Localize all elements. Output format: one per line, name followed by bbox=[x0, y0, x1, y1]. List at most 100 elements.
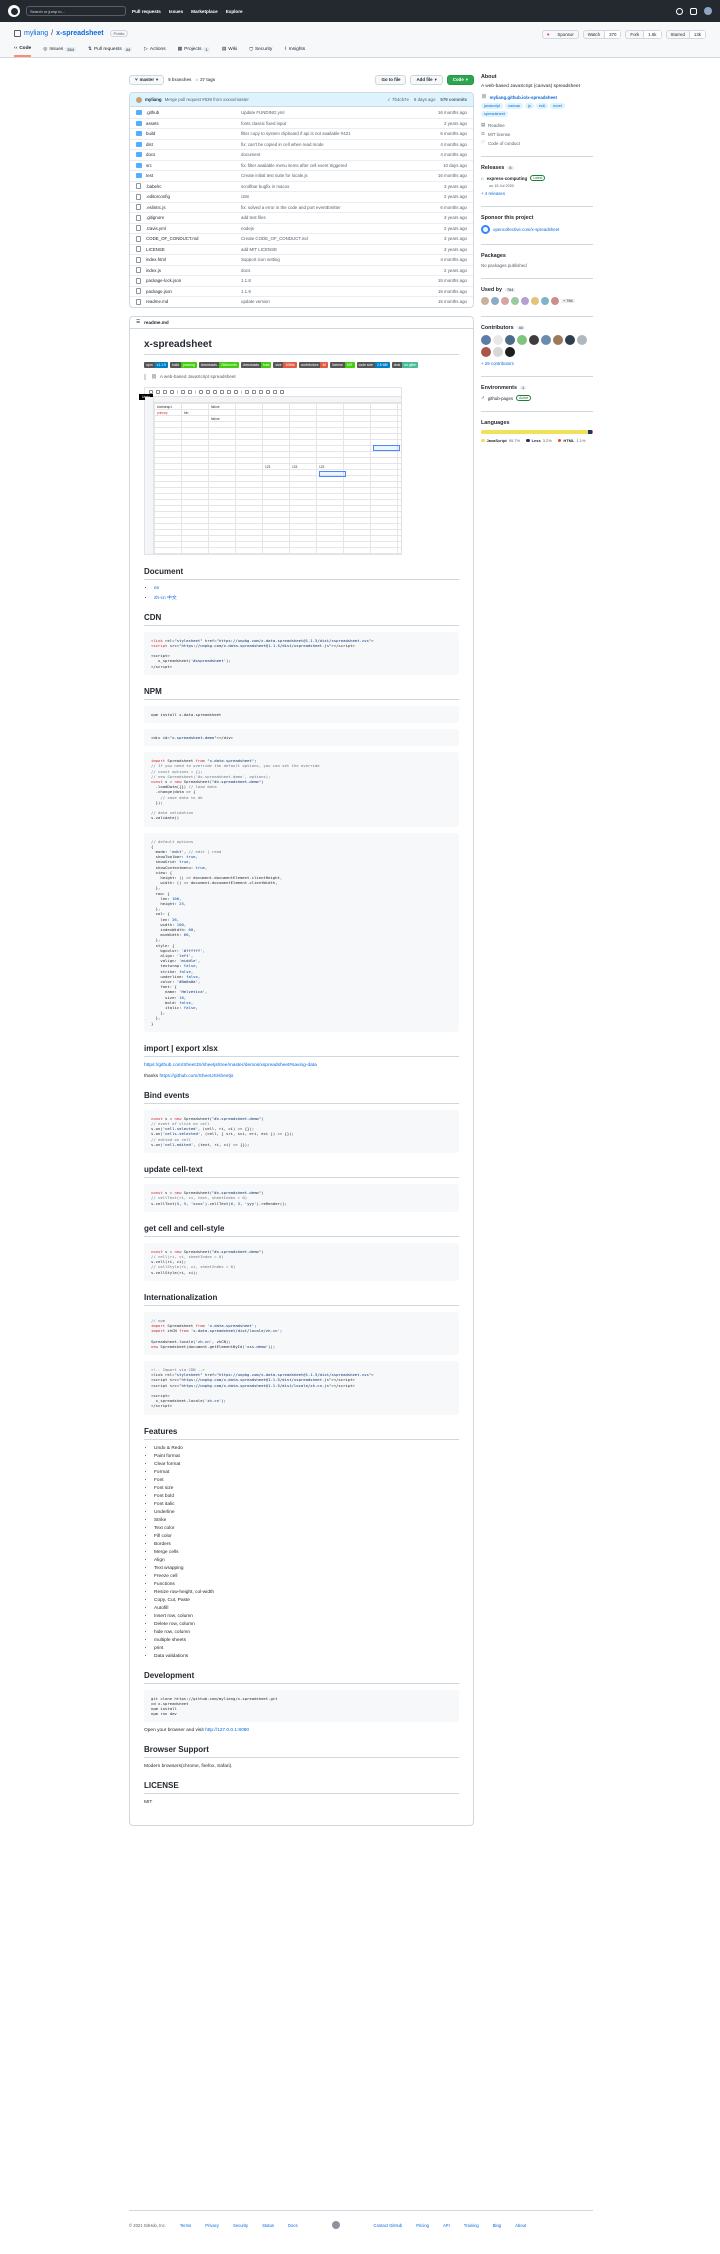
file-row[interactable]: .babelrc scrollbar bugfix in macos 3 years… bbox=[130, 180, 473, 192]
file-name[interactable]: readme.md bbox=[146, 299, 241, 304]
used-by-heading[interactable]: Used by 764 bbox=[481, 287, 593, 293]
file-row[interactable]: index.js docs 2 years ago bbox=[130, 264, 473, 276]
file-name[interactable]: build bbox=[146, 131, 241, 136]
file-row[interactable]: readme.md update version 15 months ago bbox=[130, 296, 473, 307]
file-row[interactable]: index.html Support icon setting 4 months a… bbox=[130, 254, 473, 265]
avatar[interactable] bbox=[551, 297, 559, 305]
readme-filename[interactable]: readme.md bbox=[144, 320, 169, 325]
file-commit-message[interactable]: filter copy to system clipboard if api i… bbox=[241, 131, 412, 136]
file-commit-message[interactable]: Create initial test suite for locale.js bbox=[241, 173, 412, 178]
file-commit-message[interactable]: i18n bbox=[241, 194, 412, 199]
commits-count-link[interactable]: 579 commits bbox=[440, 97, 467, 103]
file-name[interactable]: LICENSE bbox=[146, 247, 241, 252]
list-item[interactable]: en bbox=[154, 586, 459, 591]
nav-issues[interactable]: Issues bbox=[169, 9, 183, 14]
branch-select[interactable]: ⑂ master ▾ bbox=[129, 74, 165, 85]
readme-link[interactable]: ▤ Readme bbox=[481, 122, 593, 128]
contributors-heading[interactable]: Contributors 40 bbox=[481, 325, 593, 331]
file-name[interactable]: CODE_OF_CONDUCT.md bbox=[146, 236, 241, 241]
file-row[interactable]: package-lock.json 1.1.8 15 months ago bbox=[130, 275, 473, 286]
dev-url-link[interactable]: http://127.0.0.1:8080 bbox=[205, 1728, 249, 1733]
homepage-link[interactable]: ⛓ myliang.github.io/x-spreadsheet bbox=[481, 94, 593, 100]
avatar[interactable] bbox=[493, 335, 503, 345]
code-button[interactable]: Code ▾ bbox=[446, 74, 474, 85]
topic-tag[interactable]: javascript bbox=[481, 103, 504, 109]
file-commit-message[interactable]: fix: solved a error in the code and port… bbox=[241, 205, 412, 210]
avatar[interactable] bbox=[493, 347, 503, 357]
file-commit-message[interactable]: document bbox=[241, 152, 412, 157]
footer-link[interactable]: Terms bbox=[180, 2223, 191, 2228]
avatar[interactable] bbox=[511, 297, 519, 305]
topic-tag[interactable]: spreadsheet bbox=[481, 111, 508, 117]
readme-badge[interactable]: downloads 28k/month bbox=[198, 361, 239, 368]
avatar[interactable] bbox=[704, 7, 712, 15]
file-commit-message[interactable]: fix: filter available menu items after c… bbox=[241, 163, 412, 168]
tags-link[interactable]: ⌂ 27 tags bbox=[195, 77, 215, 82]
environments-heading[interactable]: Environments 1 bbox=[481, 385, 593, 391]
footer-link[interactable]: API bbox=[443, 2223, 450, 2228]
avatar[interactable] bbox=[517, 335, 527, 345]
file-commit-message[interactable]: Create CODE_OF_CONDUCT.md bbox=[241, 236, 412, 241]
tab-code[interactable]: ‹› Code bbox=[14, 46, 32, 57]
environment-item[interactable]: ➚ github-pages Active bbox=[481, 395, 593, 401]
sponsor-button[interactable]: ♥ Sponsor bbox=[541, 30, 579, 39]
topic-tag[interactable]: es6 bbox=[535, 103, 548, 109]
footer-link[interactable]: Contact GitHub bbox=[374, 2223, 403, 2228]
commit-message[interactable]: Merge pull request #539 from xxxxx/maste… bbox=[165, 97, 249, 102]
more-contributors-link[interactable]: + 29 contributors bbox=[481, 361, 593, 366]
footer-link[interactable]: Docs bbox=[288, 2223, 298, 2228]
file-row[interactable]: src fix: filter available menu items afte… bbox=[130, 159, 473, 171]
file-row[interactable]: assets fonts classic fixed input 2 years a… bbox=[130, 117, 473, 129]
code-of-conduct-link[interactable]: ♡ Code of conduct bbox=[481, 140, 593, 146]
file-commit-message[interactable]: docs bbox=[241, 268, 412, 273]
avatar[interactable] bbox=[481, 347, 491, 357]
repo-owner-link[interactable]: myliang bbox=[24, 30, 48, 37]
commit-author[interactable]: myliang bbox=[145, 97, 162, 102]
avatar[interactable] bbox=[491, 297, 499, 305]
readme-badge[interactable]: npm v1.1.9 bbox=[144, 361, 168, 368]
file-name[interactable]: dist bbox=[146, 142, 241, 147]
file-commit-message[interactable]: add test files bbox=[241, 215, 412, 220]
readme-badge[interactable]: size 106kb bbox=[273, 361, 297, 368]
file-row[interactable]: .travis.yml nodejs 2 years ago bbox=[130, 222, 473, 234]
file-commit-message[interactable]: 1.1.9 bbox=[241, 289, 412, 294]
list-item[interactable]: zh-cn 中文 bbox=[154, 594, 459, 601]
file-name[interactable]: .github bbox=[146, 110, 241, 115]
tab-projects[interactable]: ▦ Projects 1 bbox=[178, 46, 210, 57]
file-name[interactable]: package.json bbox=[146, 289, 241, 294]
file-name[interactable]: .eslintrc.js bbox=[146, 205, 241, 210]
used-by-more[interactable]: + 756 bbox=[561, 299, 575, 303]
file-name[interactable]: package-lock.json bbox=[146, 278, 241, 283]
list-icon[interactable]: ☰ bbox=[136, 319, 140, 325]
tab-insights[interactable]: ⌇ Insights bbox=[284, 46, 305, 57]
readme-badge[interactable]: downloads total bbox=[240, 361, 272, 368]
github-logo-icon[interactable] bbox=[8, 5, 20, 17]
file-name[interactable]: .babelrc bbox=[146, 184, 241, 189]
tab-issues[interactable]: ◎ Issues 354 bbox=[43, 46, 76, 57]
import-link[interactable]: https://github.com/SheetJS/sheetjs/tree/… bbox=[144, 1063, 459, 1068]
add-file-button[interactable]: Add file ▾ bbox=[410, 74, 443, 85]
file-commit-message[interactable]: Support icon setting bbox=[241, 257, 412, 262]
repo-name-link[interactable]: x-spreadsheet bbox=[56, 30, 103, 37]
file-row[interactable]: .eslintrc.js fix: solved a error in the c… bbox=[130, 201, 473, 213]
file-row[interactable]: build filter copy to system clipboard if … bbox=[130, 128, 473, 139]
file-row[interactable]: .editorconfig i18n 2 years ago bbox=[130, 191, 473, 202]
file-row[interactable]: .gitignore add test files 3 years ago bbox=[130, 212, 473, 223]
avatar[interactable] bbox=[565, 335, 575, 345]
avatar[interactable] bbox=[541, 297, 549, 305]
nav-explore[interactable]: Explore bbox=[226, 9, 243, 14]
footer-link[interactable]: Status bbox=[262, 2223, 274, 2228]
tab-wiki[interactable]: ▤ Wiki bbox=[222, 46, 238, 57]
footer-link[interactable]: Training bbox=[464, 2223, 479, 2228]
star-button[interactable]: Starred 13k bbox=[665, 30, 706, 39]
avatar[interactable] bbox=[531, 297, 539, 305]
fork-button[interactable]: Fork 1.5k bbox=[625, 30, 662, 39]
commit-author-avatar[interactable] bbox=[136, 96, 142, 103]
file-name[interactable]: src bbox=[146, 163, 241, 168]
more-releases-link[interactable]: + 4 releases bbox=[481, 191, 593, 196]
file-commit-message[interactable]: fonts classic fixed input bbox=[241, 121, 412, 126]
readme-badge[interactable]: build passing bbox=[169, 361, 197, 368]
readme-badge[interactable]: license MIT bbox=[330, 361, 355, 368]
search-input[interactable]: Search or jump to... bbox=[26, 6, 126, 16]
file-name[interactable]: index.html bbox=[146, 257, 241, 262]
